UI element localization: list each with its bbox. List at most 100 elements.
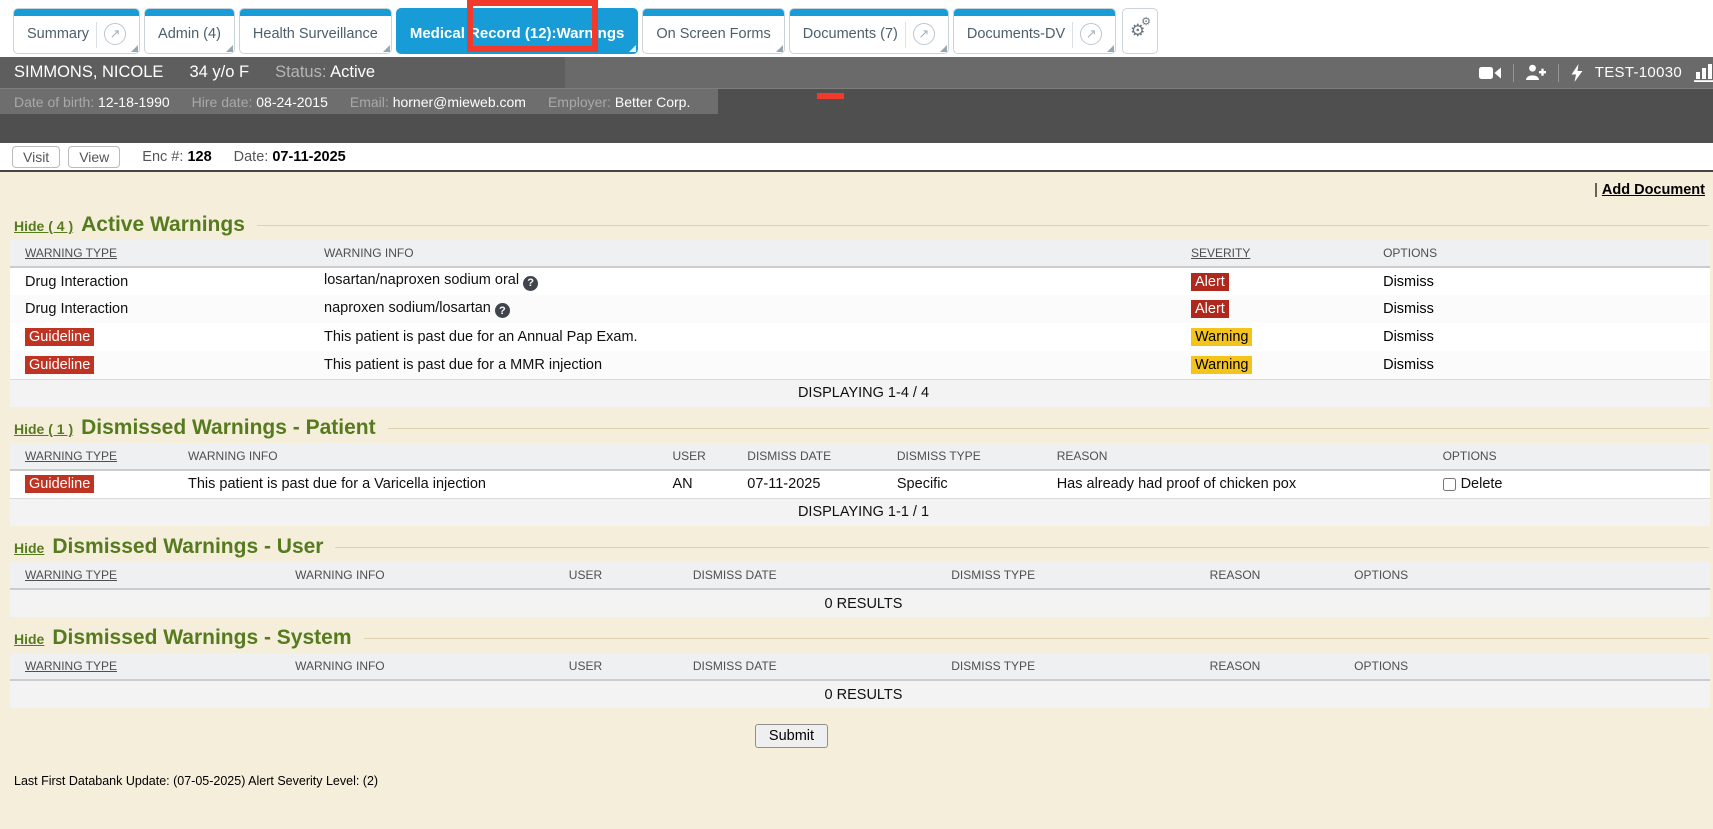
help-icon[interactable]: ? <box>523 276 538 291</box>
warning-info: This patient is past due for a Varicella… <box>188 476 486 492</box>
view-button[interactable]: View <box>68 146 120 168</box>
table-row: Guideline This patient is past due for a… <box>10 470 1710 498</box>
visit-button[interactable]: Visit <box>12 146 60 168</box>
warning-type: Drug Interaction <box>25 274 128 290</box>
dismiss-link[interactable]: Dismiss <box>1383 274 1434 290</box>
results-count: 0 RESULTS <box>10 589 1710 617</box>
column-header-options: OPTIONS <box>1354 659 1408 673</box>
warning-type-badge: Guideline <box>25 328 94 346</box>
hide-dismissed-user-link[interactable]: Hide <box>14 540 44 556</box>
tab-summary[interactable]: Summary ↗ <box>13 8 140 54</box>
warning-type: Drug Interaction <box>25 301 128 317</box>
section-rule <box>257 225 1709 226</box>
dismiss-link[interactable]: Dismiss <box>1383 301 1434 317</box>
column-header-warning-type[interactable]: WARNING TYPE <box>25 246 117 260</box>
table-row: Drug Interaction losartan/naproxen sodiu… <box>10 267 1710 295</box>
tab-documents[interactable]: Documents (7) ↗ <box>789 8 949 54</box>
divider <box>1558 64 1559 82</box>
employer-label: Employer: <box>548 94 611 110</box>
external-link-icon[interactable]: ↗ <box>913 23 935 45</box>
tab-label: Admin (4) <box>158 26 221 42</box>
status-label: Status: <box>275 63 326 81</box>
table-header-row: WARNING TYPE WARNING INFO USER DISMISS D… <box>10 443 1710 470</box>
external-link-icon[interactable]: ↗ <box>1080 23 1102 45</box>
column-header-warning-info: WARNING INFO <box>295 659 385 673</box>
patient-banner: SIMMONS, NICOLE 34 y/o F Status: Active … <box>0 57 1713 143</box>
column-header-dismiss-date: DISMISS DATE <box>693 568 777 582</box>
table-row: Guideline This patient is past due for a… <box>10 351 1710 379</box>
table-header-row: WARNING TYPE WARNING INFO USER DISMISS D… <box>10 562 1710 589</box>
column-header-warning-info: WARNING INFO <box>188 449 278 463</box>
external-link-icon[interactable]: ↗ <box>104 23 126 45</box>
add-person-icon[interactable] <box>1526 64 1546 81</box>
encounter-row: Visit View Enc #: 128 Date: 07-11-2025 <box>0 143 1713 172</box>
table-row: Guideline This patient is past due for a… <box>10 323 1710 351</box>
enc-label: Enc #: <box>142 149 183 165</box>
lightning-bolt-icon[interactable] <box>1571 64 1583 82</box>
column-header-options: OPTIONS <box>1383 246 1437 260</box>
employer-value: Better Corp. <box>615 94 690 110</box>
tab-label: Medical Record (12):Warnings <box>410 25 624 42</box>
tab-admin[interactable]: Admin (4) <box>144 8 235 54</box>
tab-settings-button[interactable]: ⚙ ⚙ <box>1122 8 1158 54</box>
dismiss-type-value: Specific <box>897 476 948 492</box>
delete-checkbox[interactable] <box>1443 478 1456 491</box>
column-header-dismiss-date: DISMISS DATE <box>747 449 831 463</box>
column-header-warning-type[interactable]: WARNING TYPE <box>25 659 117 673</box>
column-header-reason: REASON <box>1210 659 1261 673</box>
add-document-link[interactable]: Add Document <box>1602 182 1705 198</box>
add-document-pipe: | <box>1594 182 1598 198</box>
hide-dismissed-system-link[interactable]: Hide <box>14 631 44 647</box>
reason-value: Has already had proof of chicken pox <box>1057 476 1296 492</box>
tab-health-surveillance[interactable]: Health Surveillance <box>239 8 392 54</box>
dismissed-patient-table: WARNING TYPE WARNING INFO USER DISMISS D… <box>10 443 1710 526</box>
severity-badge: Alert <box>1191 273 1229 291</box>
section-header-dismissed-patient: Hide ( 1 ) Dismissed Warnings - Patient <box>14 416 1709 440</box>
paging-status: DISPLAYING 1-1 / 1 <box>10 498 1710 526</box>
tab-corner-fold-icon <box>940 45 947 52</box>
tab-corner-fold-icon <box>776 45 783 52</box>
bar-chart-icon[interactable] <box>1694 63 1713 82</box>
column-header-user: USER <box>569 659 602 673</box>
tab-corner-fold-icon <box>383 45 390 52</box>
table-footer-row: DISPLAYING 1-1 / 1 <box>10 498 1710 526</box>
submit-button[interactable]: Submit <box>755 724 828 748</box>
table-footer-row: 0 RESULTS <box>10 589 1710 617</box>
hide-active-warnings-link[interactable]: Hide ( 4 ) <box>14 218 73 234</box>
dismissed-system-table: WARNING TYPE WARNING INFO USER DISMISS D… <box>10 653 1710 708</box>
dismiss-link[interactable]: Dismiss <box>1383 357 1434 373</box>
column-header-reason: REASON <box>1057 449 1108 463</box>
section-header-dismissed-user: Hide Dismissed Warnings - User <box>14 535 1709 559</box>
tab-label: Summary <box>27 26 89 42</box>
tab-medical-record-warnings[interactable]: Medical Record (12):Warnings <box>396 8 638 54</box>
column-header-warning-type[interactable]: WARNING TYPE <box>25 449 117 463</box>
column-header-severity[interactable]: SEVERITY <box>1191 246 1250 260</box>
tab-on-screen-forms[interactable]: On Screen Forms <box>642 8 784 54</box>
tab-label: Documents-DV <box>967 26 1065 42</box>
divider <box>1513 64 1514 82</box>
tab-documents-dv[interactable]: Documents-DV ↗ <box>953 8 1116 54</box>
column-header-dismiss-date: DISMISS DATE <box>693 659 777 673</box>
video-camera-icon[interactable] <box>1479 66 1501 80</box>
column-header-dismiss-type: DISMISS TYPE <box>897 449 981 463</box>
section-header-active-warnings: Hide ( 4 ) Active Warnings <box>14 213 1709 237</box>
section-header-dismissed-system: Hide Dismissed Warnings - System <box>14 626 1709 650</box>
dismiss-link[interactable]: Dismiss <box>1383 329 1434 345</box>
patient-age-sex: 34 y/o F <box>189 63 249 82</box>
warning-info: naproxen sodium/losartan <box>324 300 491 316</box>
enc-date-label: Date: <box>234 149 269 165</box>
warning-info: This patient is past due for an Annual P… <box>324 329 638 345</box>
column-header-warning-type[interactable]: WARNING TYPE <box>25 568 117 582</box>
main-content: | Add Document Hide ( 4 ) Active Warning… <box>0 172 1713 788</box>
patient-details-row: Date of birth: 12-18-1990 Hire date: 08-… <box>0 89 718 114</box>
results-count: 0 RESULTS <box>10 680 1710 708</box>
section-title: Active Warnings <box>81 213 245 237</box>
warning-type-badge: Guideline <box>25 356 94 374</box>
section-rule <box>364 638 1710 639</box>
hide-dismissed-patient-link[interactable]: Hide ( 1 ) <box>14 421 73 437</box>
active-warnings-table: WARNING TYPE WARNING INFO SEVERITY OPTIO… <box>10 240 1710 407</box>
delete-label: Delete <box>1461 476 1503 492</box>
help-icon[interactable]: ? <box>495 303 510 318</box>
dismiss-date-value: 07-11-2025 <box>747 476 820 492</box>
severity-badge: Alert <box>1191 300 1229 318</box>
